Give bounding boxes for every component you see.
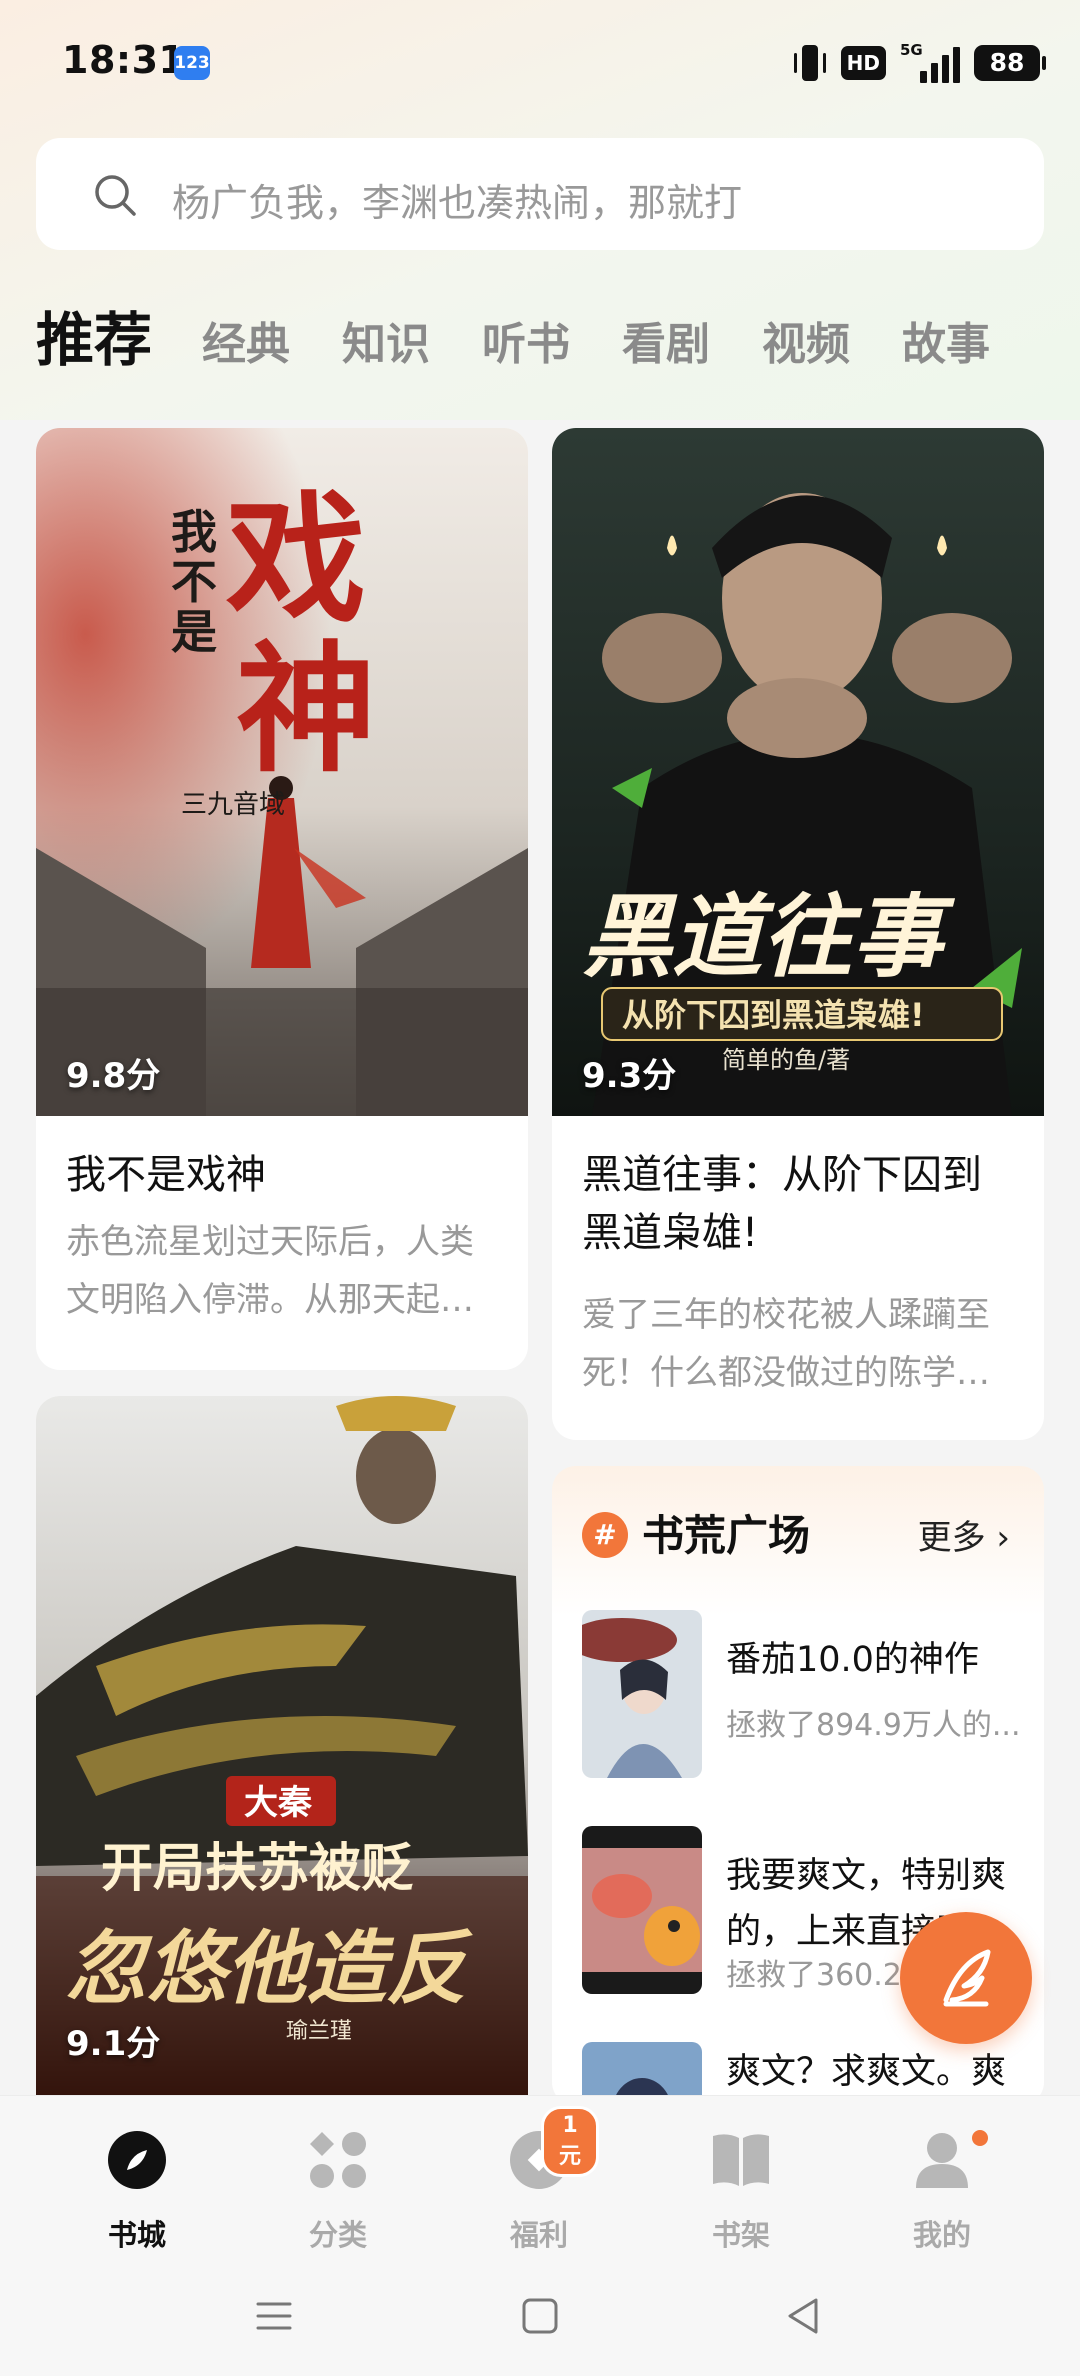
welfare-badge: 1元: [541, 2106, 599, 2177]
book-cover-image: 大秦 开局扶苏被贬 忽悠他造反 瑜兰瑾: [36, 1396, 528, 2095]
profile-icon: [916, 2133, 968, 2188]
vibrate-icon: [793, 43, 827, 83]
floating-write-button[interactable]: [900, 1912, 1032, 2044]
book-card[interactable]: 大秦 开局扶苏被贬 忽悠他造反 瑜兰瑾 9.1分: [36, 1396, 528, 2095]
cover-title-text: 黑道往事: [582, 884, 956, 990]
compass-icon: [108, 2131, 166, 2189]
book-title: 我不是戏神: [66, 1152, 266, 1198]
nav-item-bookstore[interactable]: 书城: [77, 2116, 197, 2256]
nav-label: 福利: [509, 2218, 568, 2252]
nav-label: 分类: [308, 2218, 367, 2252]
keyboard-badge-icon: 123: [174, 46, 210, 80]
cover-author-text: 三九音域: [181, 790, 285, 820]
search-placeholder: 杨广负我，李渊也凑热闹，那就打: [172, 181, 743, 225]
book-cover-image: 我 不 是 戏 神 三九音域: [36, 428, 528, 1116]
category-icon: [310, 2132, 366, 2188]
tab-knowledge[interactable]: 知识: [342, 315, 430, 375]
book-cover-image: 黑道往事 从阶下囚到黑道枭雄! 简单的鱼/著: [552, 428, 1044, 1116]
status-time: 18:31: [62, 38, 186, 82]
tab-video[interactable]: 视频: [762, 315, 850, 375]
book-score: 9.3分: [582, 1056, 677, 1096]
hash-icon: #: [582, 1512, 628, 1558]
svg-text:神: 神: [236, 628, 376, 792]
nav-label: 书城: [107, 2218, 166, 2252]
status-icons: HD 5G 88: [793, 40, 1046, 86]
bottom-navigation: 书城 分类 1元 福利 书架 我的: [0, 2095, 1080, 2376]
book-title: 黑道往事：从阶下囚到黑道枭雄!: [582, 1152, 982, 1256]
book-description: 赤色流星划过天际后，人类文明陷入停滞。从那天起…: [66, 1222, 474, 1320]
nav-label: 书架: [711, 2218, 770, 2252]
book-description: 爱了三年的校花被人蹂躏至死！什么都没做过的陈学…: [582, 1295, 990, 1393]
tab-recommend[interactable]: 推荐: [36, 305, 152, 375]
nav-item-bookshelf[interactable]: 书架: [681, 2116, 801, 2256]
notification-dot: [972, 2130, 988, 2146]
list-item-subtitle: 拯救了894.9万人的...: [726, 1708, 1021, 1743]
cover-author-text: 瑜兰瑾: [286, 2019, 352, 2044]
list-item-title: 番茄10.0的神作: [726, 1640, 979, 1680]
cover-title-text: 开局扶苏被贬: [101, 1838, 413, 1899]
back-icon[interactable]: [784, 2296, 824, 2336]
search-bar[interactable]: 杨广负我，李渊也凑热闹，那就打: [36, 138, 1044, 250]
svg-text:不: 不: [171, 555, 217, 609]
network-type: 5G: [900, 41, 923, 59]
status-bar: 18:31 123 HD 5G 88: [0, 0, 1080, 130]
bookshelf-icon: [713, 2134, 769, 2186]
tab-story[interactable]: 故事: [902, 315, 990, 375]
tab-drama[interactable]: 看剧: [622, 315, 710, 375]
tab-audiobook[interactable]: 听书: [482, 315, 570, 375]
svg-text:是: 是: [171, 605, 217, 659]
svg-text:戏: 戏: [226, 478, 366, 642]
nav-item-welfare[interactable]: 1元 福利: [479, 2106, 599, 2256]
list-item[interactable]: 番茄10.0的神作 拯救了894.9万人的...: [582, 1610, 1022, 1780]
cover-title-text: 我: [171, 505, 217, 559]
svg-text:从阶下囚到黑道枭雄!: 从阶下囚到黑道枭雄!: [622, 996, 925, 1034]
battery-icon: 88: [974, 45, 1046, 81]
tab-classic[interactable]: 经典: [202, 315, 290, 375]
book-score: 9.8分: [66, 1056, 161, 1096]
search-icon: [95, 175, 136, 216]
nav-item-profile[interactable]: 我的: [882, 2116, 1002, 2256]
list-item-title: 爽文？求爽文。爽: [726, 2052, 1007, 2092]
book-score: 9.1分: [66, 2024, 161, 2064]
signal-icon: 5G: [900, 41, 960, 83]
book-card[interactable]: 黑道往事 从阶下囚到黑道枭雄! 简单的鱼/著 9.3分 黑道往事：从阶下囚到黑道…: [552, 428, 1044, 1440]
category-tabs: 推荐 经典 知识 听书 看剧 视频 故事: [36, 295, 1080, 375]
svg-text:忽悠他造反: 忽悠他造反: [66, 1921, 473, 2015]
hd-icon: HD: [840, 46, 886, 80]
plaza-title: 书荒广场: [642, 1511, 811, 1560]
more-link[interactable]: 更多 ›: [918, 1510, 1010, 1559]
list-item-thumbnail: [582, 1826, 702, 1994]
chevron-right-icon: ›: [985, 1518, 1010, 1558]
nav-label: 我的: [912, 2218, 971, 2252]
cover-tag-text: 大秦: [244, 1783, 313, 1823]
quill-icon: [943, 1949, 991, 2007]
cover-author-text: 简单的鱼/著: [722, 1046, 850, 1074]
menu-icon[interactable]: [254, 2296, 294, 2336]
more-label: 更多: [917, 1518, 986, 1558]
nav-item-category[interactable]: 分类: [278, 2116, 398, 2256]
home-icon[interactable]: [520, 2296, 560, 2336]
book-card[interactable]: 我 不 是 戏 神 三九音域 9.8分 我不是戏神 赤色流星划过天际后，人类文明…: [36, 428, 528, 1370]
list-item-thumbnail: [582, 1610, 702, 1778]
